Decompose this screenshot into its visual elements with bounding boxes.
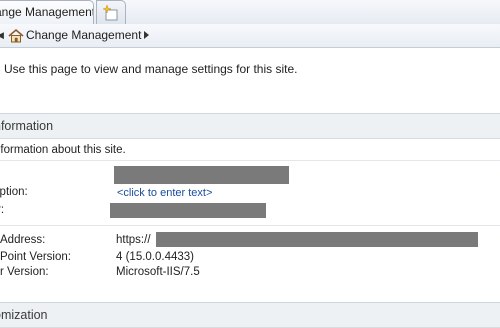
chevron-left-icon[interactable]: ◀: [0, 30, 4, 41]
section-description-information: nformation about this site.: [0, 144, 126, 156]
description-label: iption:: [0, 186, 28, 198]
server-version-label: r Version:: [0, 266, 49, 278]
chevron-right-icon[interactable]: [144, 31, 149, 39]
divider: [0, 160, 500, 161]
breadcrumb: ◀ Change Management: [0, 24, 500, 48]
home-icon[interactable]: [8, 28, 24, 43]
section-title-customization: omization: [0, 308, 48, 322]
tab-change-management[interactable]: ange Management: [0, 0, 94, 24]
address-label: Address:: [0, 234, 46, 246]
breadcrumb-item-change-management[interactable]: Change Management: [26, 28, 141, 42]
sharepoint-version-value: 4 (15.0.0.4433): [116, 251, 195, 263]
new-tab-button[interactable]: [96, 0, 126, 24]
address-value: https://: [116, 234, 151, 246]
tab-strip: ange Management: [0, 0, 500, 25]
divider: [0, 225, 500, 226]
redacted-owner: [110, 203, 266, 218]
redacted-title: [114, 166, 289, 184]
section-header-information: nformation: [0, 113, 500, 139]
sharepoint-version-label: Point Version:: [0, 251, 71, 263]
section-header-customization: omization: [0, 302, 500, 328]
section-title-information: nformation: [0, 119, 54, 133]
redacted-address: [156, 232, 478, 247]
new-tab-icon: [102, 4, 118, 21]
click-to-enter-text-link[interactable]: <click to enter text>: [117, 187, 212, 199]
page-description: Use this page to view and manage setting…: [4, 62, 298, 76]
owner-label: r:: [0, 204, 5, 216]
server-version-value: Microsoft-IIS/7.5: [116, 266, 200, 278]
tab-label: ange Management: [0, 5, 94, 19]
